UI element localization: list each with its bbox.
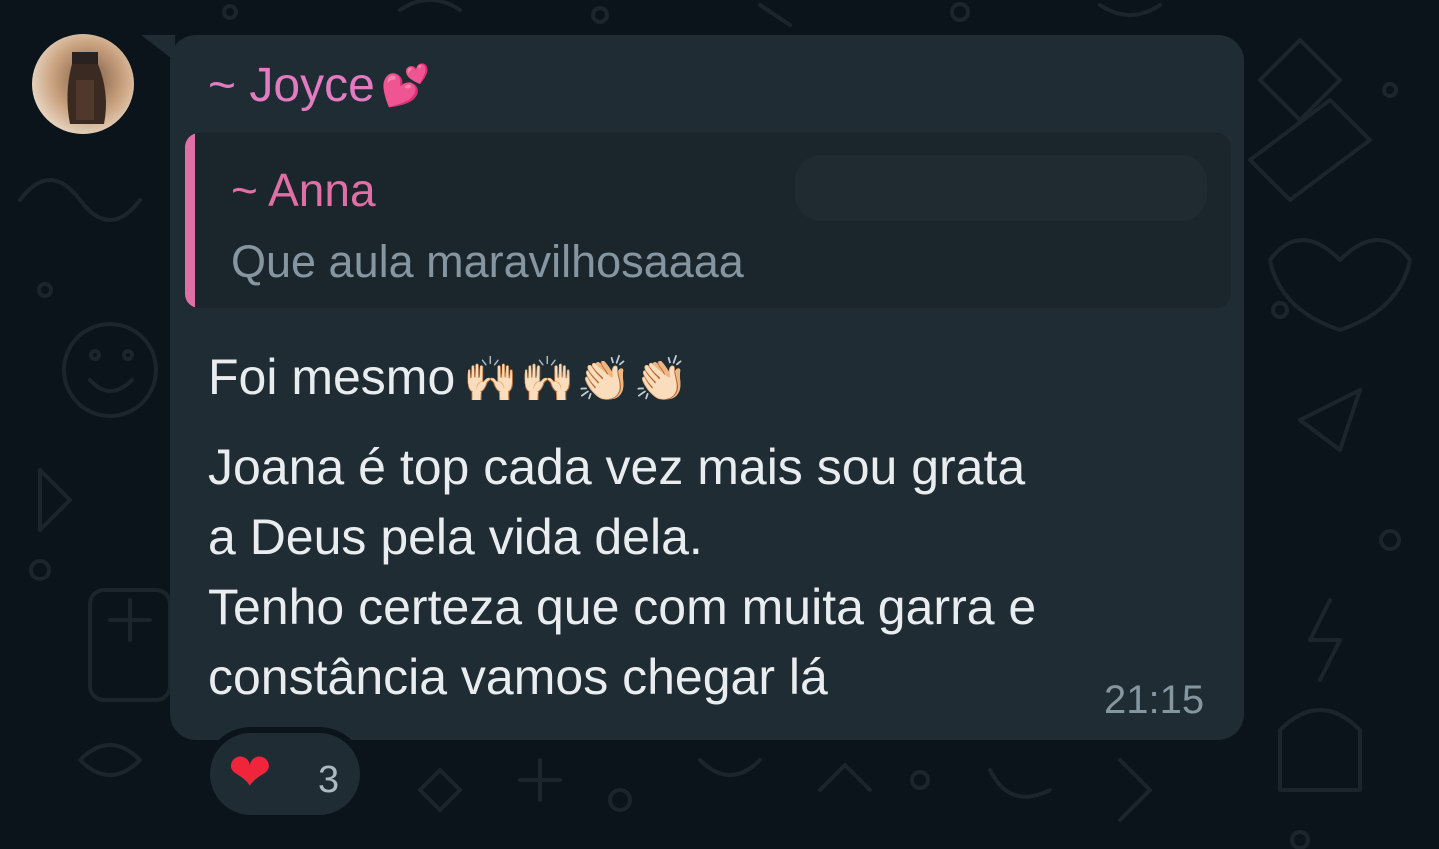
message-line-text: Foi mesmo — [208, 349, 456, 405]
two-hearts-icon: 💕 — [380, 64, 431, 108]
sender-name-text: ~ Joyce — [208, 59, 375, 112]
clapping-hands-icon: 🙌🏻🙌🏻👏🏻👏🏻 — [463, 355, 691, 404]
heart-icon: ❤ — [228, 744, 272, 802]
quoted-message[interactable]: ~ Anna Que aula maravilhosaaaa — [185, 133, 1231, 308]
avatar-photo-icon — [67, 52, 106, 124]
message-line: a Deus pela vida dela. — [208, 509, 703, 565]
reaction-count: 3 — [318, 759, 340, 801]
quote-accent-bar — [185, 133, 195, 308]
quote-placeholder — [795, 155, 1207, 221]
sender-avatar[interactable] — [32, 34, 134, 134]
message-line: constância vamos chegar lá — [208, 649, 828, 705]
message-line: Joana é top cada vez mais sou grata — [208, 439, 1026, 495]
quote-text: Que aula maravilhosaaaa — [231, 236, 744, 287]
message-line: Tenho certeza que com muita garra e — [208, 579, 1037, 635]
message-line: Foi mesmo 🙌🏻🙌🏻👏🏻👏🏻 — [208, 348, 690, 406]
quote-author: ~ Anna — [231, 164, 376, 216]
message-timestamp: 21:15 — [1104, 678, 1205, 722]
reaction-badge[interactable]: ❤ 3 — [204, 727, 366, 821]
sender-name[interactable]: ~ Joyce 💕 — [208, 58, 431, 113]
